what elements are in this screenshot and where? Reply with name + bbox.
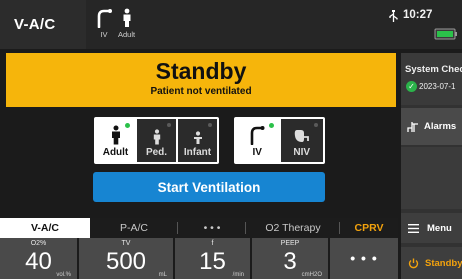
patient-type-selector: Adult Ped. Infant: [94, 117, 219, 164]
param-name: TV: [121, 240, 131, 247]
standby-banner: Standby Patient not ventilated: [6, 53, 396, 107]
tab-cprv[interactable]: CPRV: [340, 218, 398, 238]
power-icon: [408, 258, 419, 268]
param-f[interactable]: f 15 /min: [175, 238, 250, 279]
param-peep[interactable]: PEEP 3 cmH2O: [252, 238, 328, 279]
interface-iv[interactable]: IV: [236, 119, 279, 162]
more-params-label: • • •: [350, 250, 378, 266]
check-circle-icon: ✓: [406, 81, 417, 92]
invasive-tube-icon: [250, 126, 265, 145]
current-mode-label[interactable]: V-A/C: [0, 0, 86, 49]
usb-icon: [389, 10, 398, 22]
patient-type-label: Adult: [102, 147, 129, 158]
param-unit: /min: [232, 272, 244, 278]
param-unit: cmH2O: [301, 272, 322, 278]
alarms-label: Alarms: [424, 121, 457, 132]
tab-v-a-c[interactable]: V-A/C: [0, 218, 90, 238]
alarms-button[interactable]: Alarms: [401, 108, 462, 145]
banner-title: Standby: [155, 58, 247, 84]
banner-subtitle: Patient not ventilated: [150, 86, 252, 97]
tab-more-modes[interactable]: • • •: [178, 218, 246, 238]
iv-tube-icon: [97, 9, 112, 28]
patient-type-adult[interactable]: Adult: [96, 119, 135, 162]
system-check-date: 2023-07-1: [419, 82, 456, 91]
param-unit: vol.%: [56, 272, 71, 278]
battery-icon: [434, 28, 457, 40]
interface-selector: IV NIV: [234, 117, 325, 164]
selected-indicator-dot: [268, 123, 274, 128]
interface-niv[interactable]: NIV: [280, 119, 323, 162]
pediatric-icon: [153, 129, 160, 145]
top-status-bar: V-A/C IV Adult 10:27: [0, 0, 462, 49]
interface-label: NIV: [293, 147, 311, 158]
adult-person-icon: [123, 8, 131, 27]
alarm-limits-icon: [407, 121, 418, 132]
tab-o2-therapy[interactable]: O2 Therapy: [246, 218, 340, 238]
interface-indicator: IV: [95, 8, 113, 44]
patient-indicator: Adult: [118, 8, 135, 44]
standby-label: Standby: [425, 257, 462, 269]
interface-indicator-label: IV: [100, 30, 108, 39]
unselected-indicator-dot: [208, 123, 212, 127]
side-panel: System Chec ✓ 2023-07-1 Alarms Menu Stan…: [401, 53, 462, 279]
patient-type-pediatric[interactable]: Ped.: [137, 119, 176, 162]
patient-indicator-label: Adult: [118, 30, 136, 39]
mask-icon: [294, 130, 309, 142]
patient-type-label: Infant: [183, 147, 212, 158]
patient-type-label: Ped.: [145, 147, 168, 158]
param-name: O2%: [30, 240, 47, 247]
menu-button[interactable]: Menu: [401, 213, 462, 243]
unselected-indicator-dot: [314, 123, 318, 127]
menu-label: Menu: [427, 222, 452, 234]
param-unit: mL: [158, 272, 167, 278]
hamburger-menu-icon: [408, 223, 419, 233]
param-tv[interactable]: TV 500 mL: [79, 238, 173, 279]
infant-icon: [193, 131, 202, 144]
param-name: PEEP: [280, 240, 300, 247]
system-check-status: ✓ 2023-07-1: [401, 75, 462, 92]
param-o2[interactable]: O2% 40 vol.%: [0, 238, 77, 279]
param-more[interactable]: • • •: [330, 238, 398, 279]
patient-type-infant[interactable]: Infant: [178, 119, 217, 162]
clock-time: 10:27: [403, 9, 433, 21]
param-name: f: [211, 240, 214, 247]
adult-icon: [111, 125, 120, 145]
system-check-panel[interactable]: System Chec ✓ 2023-07-1: [401, 53, 462, 105]
parameter-bar: O2% 40 vol.% TV 500 mL f 15 /min PEEP 3 …: [0, 238, 398, 279]
unselected-indicator-dot: [167, 123, 171, 127]
interface-label: IV: [252, 147, 262, 158]
side-panel-spacer: [401, 147, 462, 209]
standby-button[interactable]: Standby: [401, 247, 462, 279]
mode-tabs: V-A/C P-A/C • • • O2 Therapy CPRV: [0, 218, 398, 238]
battery-indicator: [434, 27, 458, 48]
selected-indicator-dot: [125, 123, 130, 128]
system-check-label: System Chec: [405, 64, 462, 75]
start-ventilation-button[interactable]: Start Ventilation: [93, 172, 325, 202]
tab-p-a-c[interactable]: P-A/C: [90, 218, 178, 238]
